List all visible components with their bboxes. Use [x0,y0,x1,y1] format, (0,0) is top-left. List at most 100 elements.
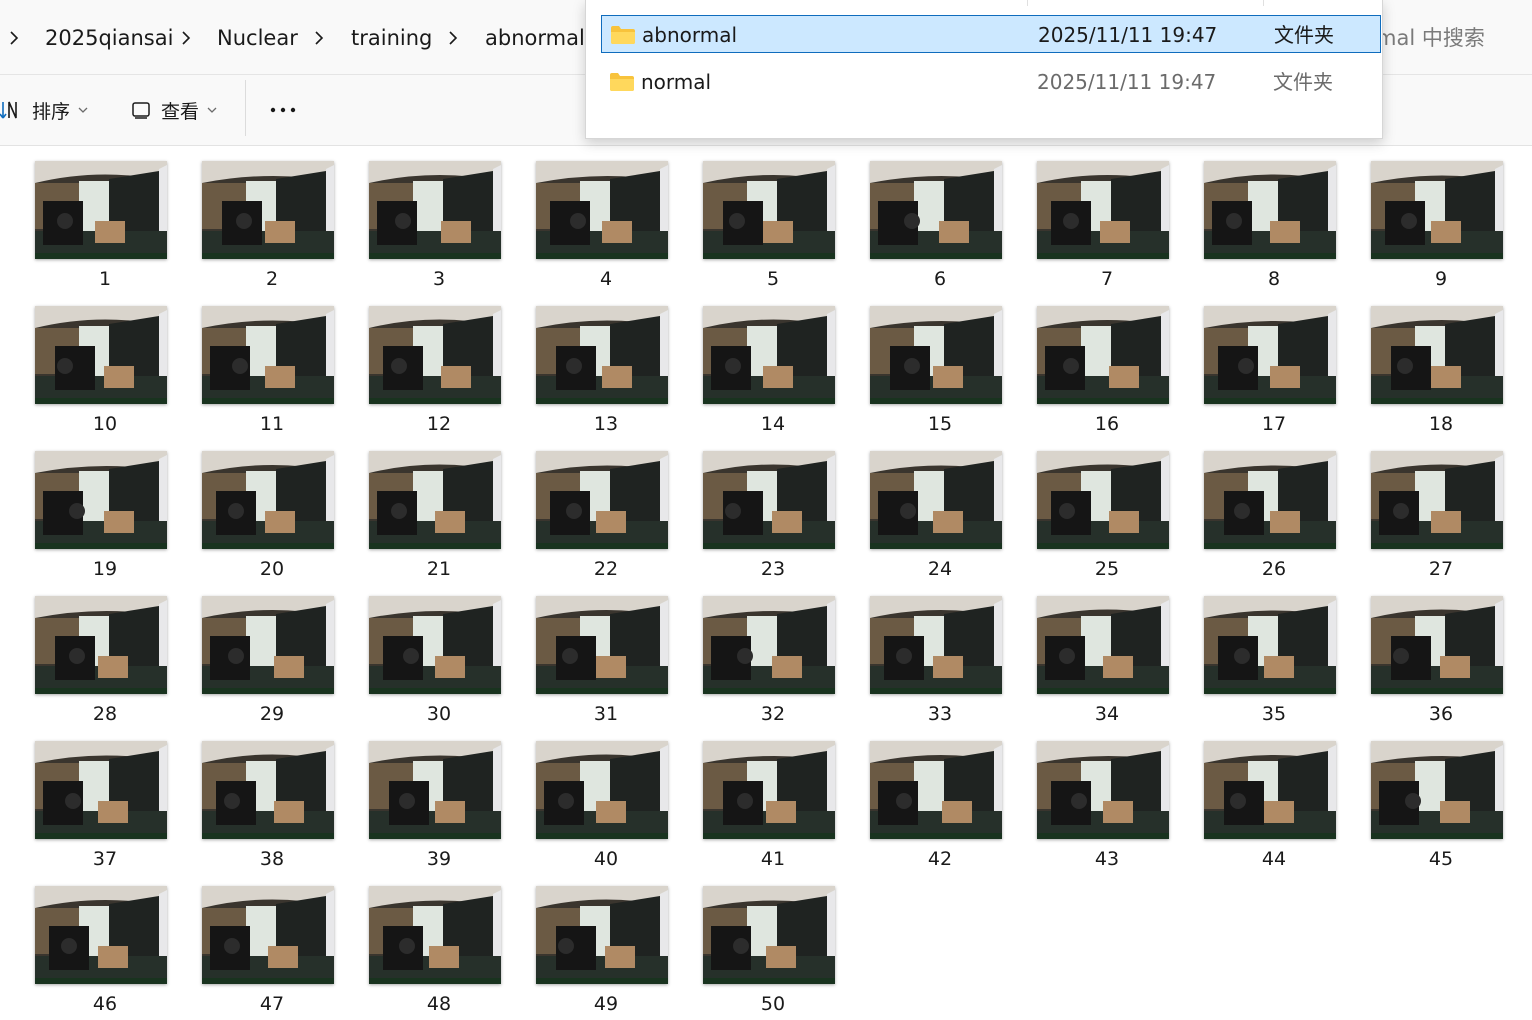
dropdown-item-type: 文件夹 [1274,23,1334,47]
file-item[interactable]: 35 [1204,596,1344,736]
file-item[interactable]: 50 [703,886,843,1020]
file-item[interactable]: 18 [1371,306,1511,446]
image-thumbnail [1204,451,1336,549]
chevron-right-icon[interactable] [445,30,461,46]
file-item[interactable]: 25 [1037,451,1177,591]
file-item[interactable]: 46 [35,886,175,1020]
dropdown-item-abnormal[interactable]: abnormal 2025/11/11 19:47 文件夹 [601,15,1381,53]
image-thumbnail [202,741,334,839]
image-thumbnail [35,596,167,694]
file-item[interactable]: 8 [1204,161,1344,301]
file-item[interactable]: 38 [202,741,342,881]
file-item[interactable]: 1 [35,161,175,301]
image-thumbnail [1204,161,1336,259]
file-item[interactable]: 11 [202,306,342,446]
file-item[interactable]: 30 [369,596,509,736]
file-item[interactable]: 13 [536,306,676,446]
file-item[interactable]: 39 [369,741,509,881]
file-item[interactable]: 26 [1204,451,1344,591]
file-item[interactable]: 9 [1371,161,1511,301]
chevron-right-icon[interactable] [178,30,194,46]
photo-preview [369,161,501,259]
image-thumbnail [35,741,167,839]
photo-preview [1371,451,1503,549]
breadcrumb-item-nuclear[interactable]: Nuclear [217,24,298,52]
file-item[interactable]: 31 [536,596,676,736]
search-input[interactable]: mal 中搜索 [1376,24,1485,52]
breadcrumb-item-2025qiansai[interactable]: 2025qiansai [45,24,173,52]
file-item[interactable]: 6 [870,161,1010,301]
file-item[interactable]: 5 [703,161,843,301]
breadcrumb-dropdown-menu[interactable]: abnormal 2025/11/11 19:47 文件夹 normal 202… [585,0,1383,139]
sort-button[interactable]: 排序 [0,89,88,131]
file-item[interactable]: 42 [870,741,1010,881]
photo-preview [1371,161,1503,259]
file-item[interactable]: 15 [870,306,1010,446]
sort-icon [0,101,17,119]
file-item[interactable]: 34 [1037,596,1177,736]
file-item[interactable]: 22 [536,451,676,591]
photo-preview [536,451,668,549]
chevron-right-icon[interactable] [311,30,327,46]
more-icon [270,107,296,113]
breadcrumb-item-training[interactable]: training [351,24,432,52]
file-name: 31 [593,703,619,725]
file-item[interactable]: 41 [703,741,843,881]
file-item[interactable]: 17 [1204,306,1344,446]
more-options-button[interactable]: ... [270,89,298,131]
photo-preview [369,741,501,839]
image-thumbnail [1037,161,1169,259]
file-name: 43 [1094,848,1120,870]
breadcrumb-item-abnormal[interactable]: abnormal [485,24,585,52]
file-item[interactable]: 23 [703,451,843,591]
file-item[interactable]: 49 [536,886,676,1020]
file-item[interactable]: 36 [1371,596,1511,736]
file-item[interactable]: 20 [202,451,342,591]
file-name: 38 [259,848,285,870]
photo-preview [703,596,835,694]
image-thumbnail [369,306,501,404]
file-name: 21 [426,558,452,580]
dropdown-item-normal[interactable]: normal 2025/11/11 19:47 文件夹 [601,63,1381,101]
file-explorer-window: 2025qiansai Nuclear training abnormal ma… [0,0,1532,1020]
image-thumbnail [202,886,334,984]
image-thumbnail [536,596,668,694]
photo-preview [870,451,1002,549]
file-item[interactable]: 16 [1037,306,1177,446]
photo-preview [703,161,835,259]
file-name: 18 [1428,413,1454,435]
file-grid[interactable]: 1 2 3 4 5 6 7 8 9 10 11 12 13 14 15 16 17 18 19 20 21 22 23 24 2… [0,146,1532,1020]
file-item[interactable]: 4 [536,161,676,301]
file-item[interactable]: 24 [870,451,1010,591]
file-item[interactable]: 32 [703,596,843,736]
file-item[interactable]: 2 [202,161,342,301]
file-item[interactable]: 29 [202,596,342,736]
photo-preview [1204,161,1336,259]
file-item[interactable]: 33 [870,596,1010,736]
file-name: 19 [92,558,118,580]
file-item[interactable]: 43 [1037,741,1177,881]
view-button[interactable]: 查看 [131,89,217,131]
file-item[interactable]: 47 [202,886,342,1020]
file-item[interactable]: 28 [35,596,175,736]
file-item[interactable]: 10 [35,306,175,446]
photo-preview [369,596,501,694]
file-item[interactable]: 40 [536,741,676,881]
file-item[interactable]: 37 [35,741,175,881]
file-item[interactable]: 44 [1204,741,1344,881]
photo-preview [1371,741,1503,839]
file-item[interactable]: 3 [369,161,509,301]
file-item[interactable]: 12 [369,306,509,446]
file-name: 20 [259,558,285,580]
file-item[interactable]: 45 [1371,741,1511,881]
file-item[interactable]: 27 [1371,451,1511,591]
chevron-right-icon[interactable] [6,30,22,46]
file-item[interactable]: 14 [703,306,843,446]
photo-preview [202,451,334,549]
file-item[interactable]: 48 [369,886,509,1020]
file-item[interactable]: 21 [369,451,509,591]
file-item[interactable]: 7 [1037,161,1177,301]
file-name: 12 [426,413,452,435]
photo-preview [536,596,668,694]
file-item[interactable]: 19 [35,451,175,591]
